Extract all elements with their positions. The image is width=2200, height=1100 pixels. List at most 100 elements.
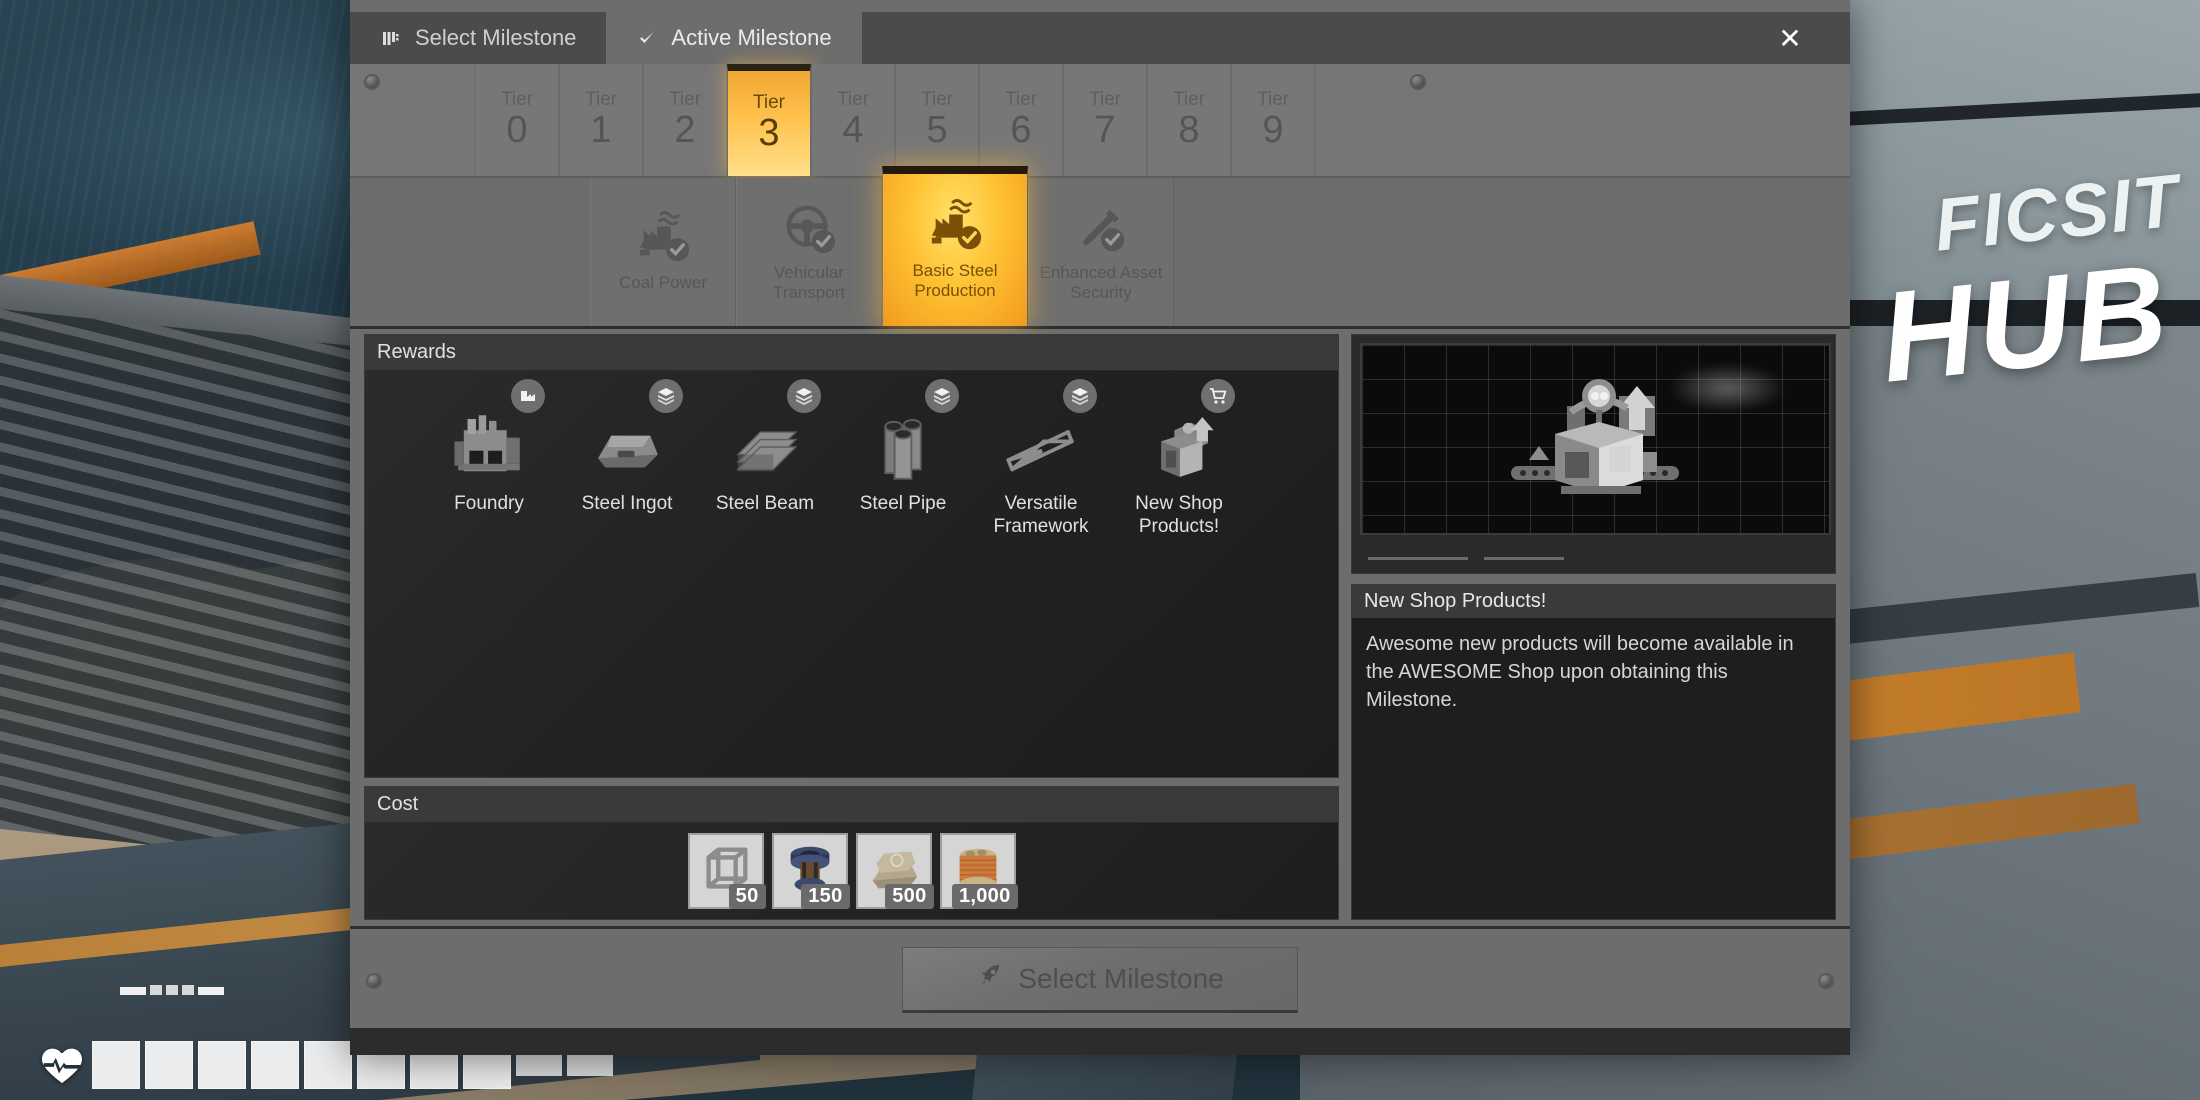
description-title: New Shop Products! <box>1352 585 1835 618</box>
cost-item-wire[interactable]: 1,000 <box>939 833 1018 909</box>
description-text: Awesome new products will become availab… <box>1366 633 1794 711</box>
rivet-icon <box>364 74 380 90</box>
tier-number: 1 <box>590 108 612 151</box>
hotbar-slot[interactable] <box>304 1041 352 1089</box>
reward-icon-wrap <box>715 379 821 485</box>
cube-icon <box>649 379 683 413</box>
reward-steel-beam[interactable]: Steel Beam <box>701 379 829 516</box>
reward-foundry[interactable]: Foundry <box>425 379 553 516</box>
tab-bar: Select Milestone Active Milestone <box>350 12 1770 64</box>
right-column: New Shop Products! Awesome new products … <box>1351 334 1836 920</box>
tier-item-8[interactable]: Tier 8 <box>1147 64 1231 176</box>
tier-prefix: Tier <box>1256 88 1290 110</box>
preview-monitor-screen <box>1360 343 1831 535</box>
tier-item-1[interactable]: Tier 1 <box>559 64 643 176</box>
rocket-icon <box>976 962 1004 997</box>
close-button[interactable]: ✕ <box>1730 12 1850 64</box>
tier-number: 0 <box>506 108 528 151</box>
select-milestone-label: Select Milestone <box>1018 963 1224 994</box>
awesome-shop-crate-illustration <box>1471 368 1721 518</box>
milestone-coal-power[interactable]: Coal Power <box>590 178 736 326</box>
tier-item-5[interactable]: Tier 5 <box>895 64 979 176</box>
reward-new-shop-products[interactable]: New Shop Products! <box>1115 379 1243 539</box>
select-milestone-button[interactable]: Select Milestone <box>902 947 1298 1013</box>
tier-number: 2 <box>674 108 696 151</box>
foundry-icon <box>447 409 531 485</box>
reward-icon-wrap <box>1129 379 1235 485</box>
cost-quantity: 50 <box>728 884 766 909</box>
cost-quantity: 1,000 <box>951 884 1018 909</box>
tab-label: Active Milestone <box>671 25 832 50</box>
milestone-strip-left-pad <box>350 178 590 326</box>
tier-item-7[interactable]: Tier 7 <box>1063 64 1147 176</box>
reward-label: Versatile Framework <box>993 493 1089 537</box>
tier-number: 8 <box>1178 108 1200 151</box>
cost-panel: Cost 50 150 500 1,000 <box>364 786 1339 920</box>
monitor-base-line <box>1368 556 1468 560</box>
tier-selector: Tier 0 Tier 1 Tier 2 Tier 3 Tier 4 Tier … <box>350 64 1850 178</box>
tab-active-milestone[interactable]: Active Milestone <box>606 12 862 64</box>
hotbar-slot[interactable] <box>198 1041 246 1089</box>
cube-icon <box>787 379 821 413</box>
tab-label: Select Milestone <box>415 25 577 50</box>
left-column: Rewards Foundry Steel Ingot Steel Beam S… <box>364 334 1339 920</box>
factory-icon <box>511 379 545 413</box>
tier-item-3[interactable]: Tier 3 <box>727 64 811 176</box>
milestone-label: Coal Power <box>619 273 707 293</box>
milestone-basic-steel-production[interactable]: Basic Steel Production <box>882 166 1028 326</box>
cost-header: Cost <box>365 787 1338 823</box>
window-bottom-bar <box>350 1028 1850 1055</box>
rivet-icon <box>1818 973 1834 989</box>
tier-strip-left-pad <box>350 64 475 176</box>
tier-number: 3 <box>758 112 780 155</box>
reward-icon-wrap <box>439 379 545 485</box>
tab-select-milestone[interactable]: Select Milestone <box>350 12 607 64</box>
reward-versatile-framework[interactable]: Versatile Framework <box>977 379 1105 539</box>
tier-prefix: Tier <box>836 88 870 110</box>
tier-prefix: Tier <box>1172 88 1206 110</box>
tier-prefix: Tier <box>584 88 618 110</box>
reward-label: New Shop Products! <box>1135 493 1223 537</box>
reward-steel-ingot[interactable]: Steel Ingot <box>563 379 691 516</box>
hotbar-slot[interactable] <box>145 1041 193 1089</box>
rewards-list: Foundry Steel Ingot Steel Beam Steel Pip… <box>365 371 1338 777</box>
rivet-icon <box>366 973 382 989</box>
tier-number: 7 <box>1094 108 1116 151</box>
tier-item-6[interactable]: Tier 6 <box>979 64 1063 176</box>
rivet-icon <box>1410 74 1426 90</box>
tier-prefix: Tier <box>920 88 954 110</box>
cost-quantity: 150 <box>801 884 850 909</box>
tier-item-4[interactable]: Tier 4 <box>811 64 895 176</box>
tier-item-0[interactable]: Tier 0 <box>475 64 559 176</box>
window-footer: Select Milestone <box>350 926 1850 1031</box>
hotbar-slot[interactable] <box>516 1054 562 1076</box>
rifle-check-icon <box>1070 201 1132 259</box>
hub-logo-bottom: HUB <box>1874 237 2177 410</box>
milestone-label: Basic Steel Production <box>912 261 998 300</box>
tier-item-9[interactable]: Tier 9 <box>1231 64 1315 176</box>
check-icon <box>636 27 658 49</box>
heartbeat-icon <box>40 1045 84 1085</box>
reward-icon-wrap <box>991 379 1097 485</box>
hotbar-slot[interactable] <box>251 1041 299 1089</box>
metal-grate <box>0 308 400 872</box>
rewards-panel: Rewards Foundry Steel Ingot Steel Beam S… <box>364 334 1339 778</box>
cost-item-rotor[interactable]: 150 <box>771 833 850 909</box>
tier-item-2[interactable]: Tier 2 <box>643 64 727 176</box>
description-panel: New Shop Products! Awesome new products … <box>1351 584 1836 920</box>
reward-label: Foundry <box>454 493 524 514</box>
reward-steel-pipe[interactable]: Steel Pipe <box>839 379 967 516</box>
hotbar-slot[interactable] <box>92 1041 140 1089</box>
reward-icon-wrap <box>577 379 683 485</box>
tier-prefix: Tier <box>1088 88 1122 110</box>
milestone-vehicular-transport[interactable]: Vehicular Transport <box>736 178 882 326</box>
milestone-enhanced-asset-security[interactable]: Enhanced Asset Security <box>1028 178 1174 326</box>
cost-item-modular-frame[interactable]: 50 <box>687 833 766 909</box>
shop-crate-icon <box>1137 409 1221 485</box>
steel-beam-icon <box>723 409 807 485</box>
cost-item-fabric[interactable]: 500 <box>855 833 934 909</box>
hotbar-slot[interactable] <box>567 1054 613 1076</box>
reward-icon-wrap <box>853 379 959 485</box>
monitor-base-line <box>1484 556 1564 560</box>
tier-prefix: Tier <box>668 88 702 110</box>
